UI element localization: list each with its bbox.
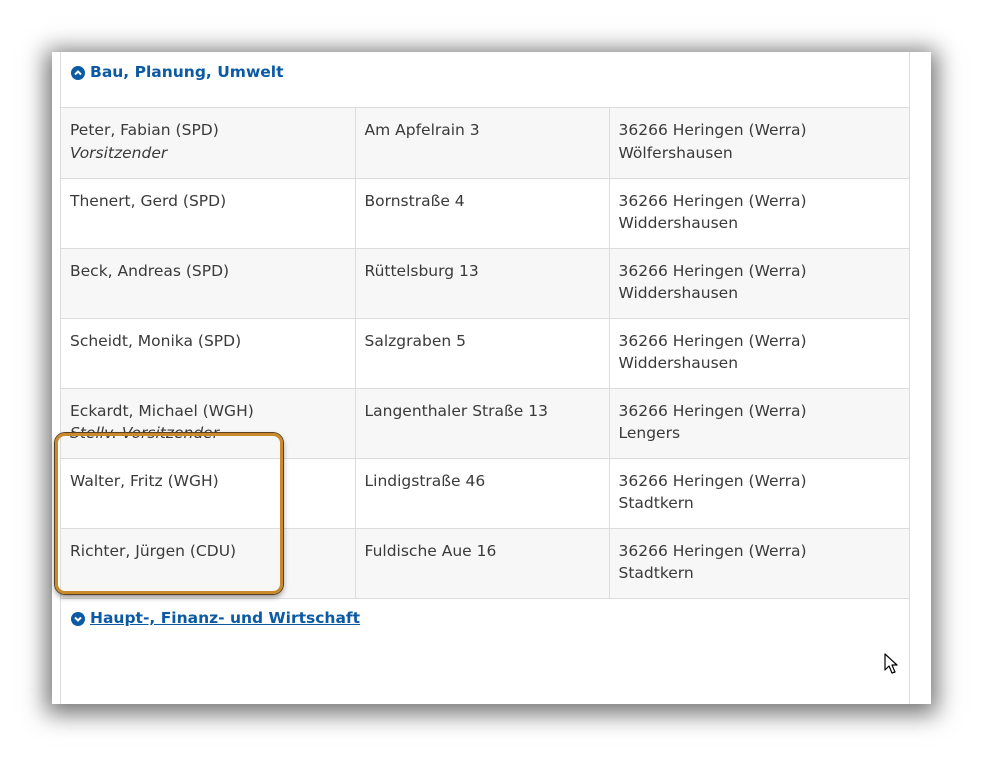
table-row: Eckardt, Michael (WGH) Stellv. Vorsitzen… [61, 387, 909, 458]
member-street: Am Apfelrain 3 [355, 108, 610, 178]
mouse-cursor-icon [884, 653, 898, 674]
committee-list: Bau, Planung, Umwelt Peter, Fabian (SPD)… [60, 52, 910, 704]
member-city: 36266 Heringen (Werra) [618, 541, 807, 560]
member-city-cell: 36266 Heringen (Werra) Wölfershausen [609, 108, 909, 178]
section-title: Haupt-, Finanz- und Wirtschaft [90, 609, 361, 627]
members-table: Peter, Fabian (SPD) Vorsitzender Am Apfe… [61, 108, 909, 598]
member-name-cell: Scheidt, Monika (SPD) [61, 317, 356, 388]
member-name: Beck, Andreas (SPD) [70, 261, 230, 280]
table-row: Walter, Fritz (WGH) Lindigstraße 46 3626… [61, 457, 909, 528]
member-city: 36266 Heringen (Werra) [618, 331, 807, 350]
member-name-cell: Eckardt, Michael (WGH) Stellv. Vorsitzen… [61, 387, 356, 458]
member-name-cell: Richter, Jürgen (CDU) [61, 527, 356, 598]
table-row: Beck, Andreas (SPD) Rüttelsburg 13 36266… [61, 247, 909, 318]
member-name: Thenert, Gerd (SPD) [70, 191, 227, 210]
table-row: Scheidt, Monika (SPD) Salzgraben 5 36266… [61, 317, 909, 388]
section-header-bau-planung-umwelt[interactable]: Bau, Planung, Umwelt [61, 52, 909, 108]
member-city-cell: 36266 Heringen (Werra) Lengers [609, 387, 909, 458]
member-street: Salzgraben 5 [355, 317, 610, 388]
member-role: Stellv. Vorsitzender [70, 424, 220, 442]
member-city: 36266 Heringen (Werra) [618, 121, 807, 139]
member-name: Walter, Fritz (WGH) [70, 471, 219, 490]
member-city: 36266 Heringen (Werra) [618, 191, 807, 210]
member-name: Richter, Jürgen (CDU) [70, 541, 237, 560]
member-city: 36266 Heringen (Werra) [618, 401, 807, 420]
chevron-down-circle-icon [71, 612, 85, 626]
member-district: Lengers [618, 424, 681, 442]
member-city: 36266 Heringen (Werra) [618, 471, 807, 490]
member-district: Stadtkern [618, 494, 694, 512]
member-district: Stadtkern [618, 564, 694, 582]
table-row: Thenert, Gerd (SPD) Bornstraße 4 36266 H… [61, 177, 909, 248]
member-district: Widdershausen [618, 354, 739, 372]
member-district: Widdershausen [618, 214, 739, 232]
member-city-cell: 36266 Heringen (Werra) Widdershausen [609, 247, 909, 318]
table-row: Peter, Fabian (SPD) Vorsitzender Am Apfe… [61, 108, 909, 178]
member-district: Wölfershausen [618, 143, 733, 162]
member-city-cell: 36266 Heringen (Werra) Stadtkern [609, 527, 909, 598]
member-street: Fuldische Aue 16 [355, 527, 610, 598]
member-role: Vorsitzender [70, 143, 168, 162]
member-street: Lindigstraße 46 [355, 457, 610, 528]
member-city: 36266 Heringen (Werra) [618, 261, 807, 280]
content-panel: Bau, Planung, Umwelt Peter, Fabian (SPD)… [52, 52, 931, 704]
table-row: Richter, Jürgen (CDU) Fuldische Aue 16 3… [61, 527, 909, 598]
section-header-haupt-finanz-wirtschaft[interactable]: Haupt-, Finanz- und Wirtschaft [61, 598, 909, 638]
member-name: Peter, Fabian (SPD) [70, 121, 219, 139]
section-title: Bau, Planung, Umwelt [90, 63, 284, 81]
member-street: Bornstraße 4 [355, 177, 610, 248]
member-city-cell: 36266 Heringen (Werra) Widdershausen [609, 177, 909, 248]
member-name: Scheidt, Monika (SPD) [70, 331, 242, 350]
member-name-cell: Walter, Fritz (WGH) [61, 457, 356, 528]
member-street: Rüttelsburg 13 [355, 247, 610, 318]
member-name-cell: Thenert, Gerd (SPD) [61, 177, 356, 248]
member-name-cell: Peter, Fabian (SPD) Vorsitzender [61, 108, 356, 178]
member-city-cell: 36266 Heringen (Werra) Widdershausen [609, 317, 909, 388]
member-street: Langenthaler Straße 13 [355, 387, 610, 458]
member-city-cell: 36266 Heringen (Werra) Stadtkern [609, 457, 909, 528]
chevron-up-circle-icon [71, 66, 85, 80]
member-name-cell: Beck, Andreas (SPD) [61, 247, 356, 318]
member-district: Widdershausen [618, 284, 739, 302]
member-name: Eckardt, Michael (WGH) [70, 401, 254, 420]
